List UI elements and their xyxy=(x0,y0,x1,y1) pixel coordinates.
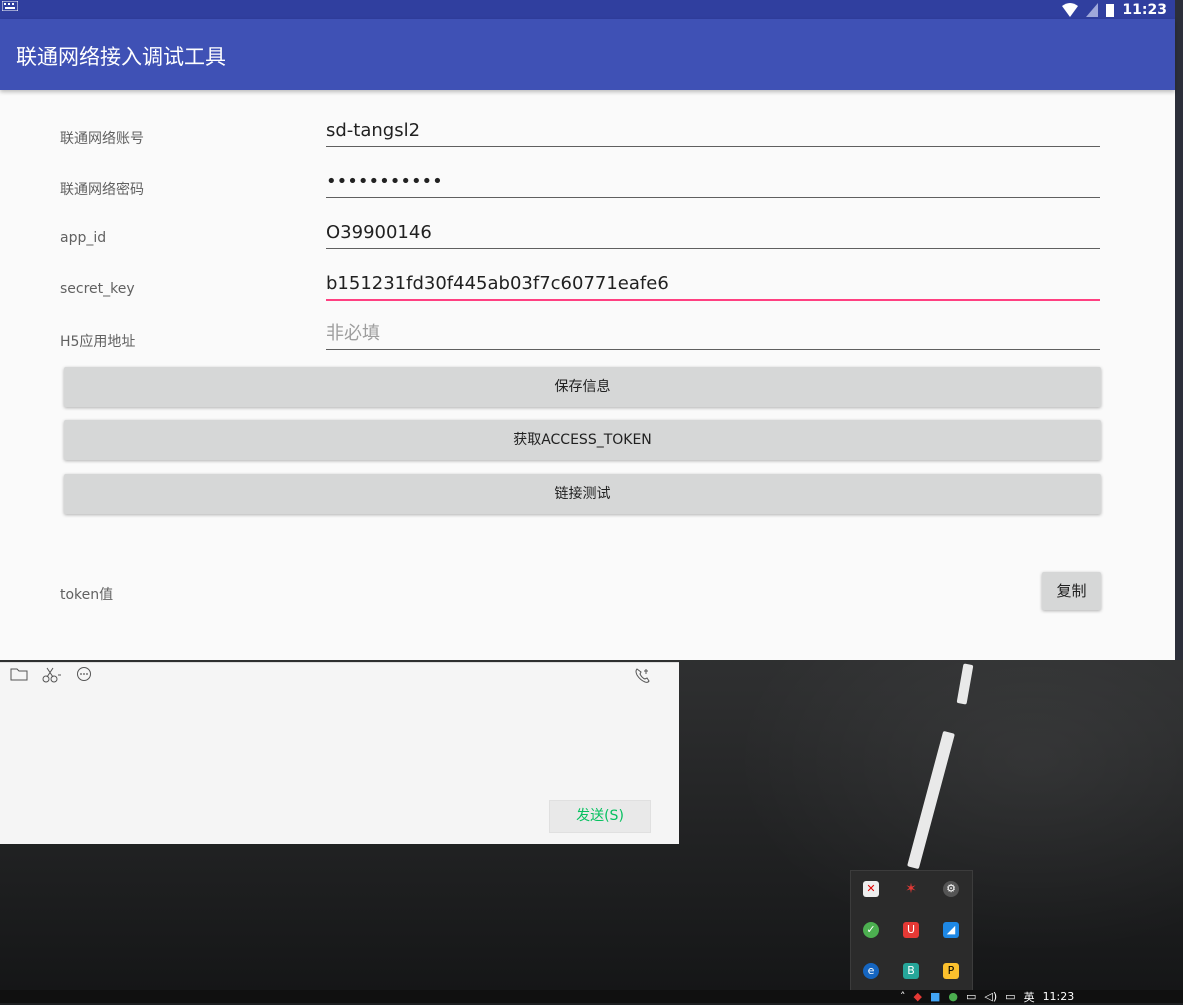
chat-input-panel: 发送(S) xyxy=(0,662,679,844)
green-shield-icon[interactable]: ✓ xyxy=(863,922,879,938)
blue-e-app-icon[interactable]: e xyxy=(863,963,879,979)
form-row-secret-key: secret_key b151231fd30f445ab03f7c60771ea… xyxy=(60,253,1100,303)
app-bar: 联通网络接入调试工具 xyxy=(0,19,1175,90)
security-shield-icon[interactable]: ✕ xyxy=(863,881,879,897)
form-content: 联通网络账号 sd-tangsl2 联通网络密码 ••••••••••• app… xyxy=(0,90,1175,660)
account-input[interactable]: sd-tangsl2 xyxy=(326,118,1100,147)
folder-icon[interactable] xyxy=(10,667,28,681)
h5-url-placeholder: 非必填 xyxy=(326,323,380,344)
android-status-bar: 11:23 xyxy=(0,0,1175,19)
tray-app-icon[interactable]: ◆ xyxy=(914,990,922,1003)
taskbar-clock[interactable]: 11:23 xyxy=(1043,990,1075,1003)
get-access-token-button[interactable]: 获取ACCESS_TOKEN xyxy=(64,420,1101,460)
yellow-p-app-icon[interactable]: P xyxy=(943,963,959,979)
red-shield-app-icon[interactable]: U xyxy=(903,922,919,938)
tray-overflow-popup: ✕ ✶ ⚙ ✓ U ◢ e B P xyxy=(850,870,973,992)
android-emulator-window: 11:23 联通网络接入调试工具 联通网络账号 sd-tangsl2 联通网络密… xyxy=(0,0,1183,660)
account-label: 联通网络账号 xyxy=(60,131,144,147)
h5-url-label: H5应用地址 xyxy=(60,334,136,350)
app-id-label: app_id xyxy=(60,230,107,246)
blue-app-icon[interactable]: ◢ xyxy=(943,922,959,938)
scissors-icon[interactable] xyxy=(42,667,62,683)
form-row-password: 联通网络密码 ••••••••••• xyxy=(60,151,1100,201)
token-label: token值 xyxy=(60,587,114,603)
password-label: 联通网络密码 xyxy=(60,182,144,198)
tray-app-icon[interactable]: ● xyxy=(948,990,958,1003)
wifi-icon xyxy=(1062,2,1079,17)
app-id-input[interactable]: O39900146 xyxy=(326,220,1100,249)
copy-button[interactable]: 复制 xyxy=(1042,572,1101,610)
tray-app-icon[interactable]: ■ xyxy=(930,990,940,1003)
network-icon[interactable]: ▭ xyxy=(966,990,976,1003)
chat-bubble-icon[interactable] xyxy=(76,667,92,683)
volume-icon[interactable]: ◁) xyxy=(984,990,997,1003)
red-virus-icon[interactable]: ✶ xyxy=(903,881,919,897)
form-row-h5-url: H5应用地址 非必填 xyxy=(60,303,1100,353)
form-row-app-id: app_id O39900146 xyxy=(60,202,1100,252)
signal-off-icon xyxy=(1086,2,1099,17)
keyboard-icon xyxy=(2,1,18,11)
status-time: 11:23 xyxy=(1122,1,1167,18)
app-title: 联通网络接入调试工具 xyxy=(16,45,226,69)
secret-key-input[interactable]: b151231fd30f445ab03f7c60771eafe6 xyxy=(326,271,1100,301)
teal-app-icon[interactable]: B xyxy=(903,963,919,979)
send-button[interactable]: 发送(S) xyxy=(549,800,651,833)
phone-call-icon[interactable] xyxy=(634,667,652,685)
windows-taskbar: ˄ ◆ ■ ● ▭ ◁) ▭ 英 11:23 xyxy=(0,989,1183,1005)
taskbar-tray: ˄ ◆ ■ ● ▭ ◁) ▭ 英 11:23 xyxy=(900,989,1075,1005)
ime-indicator[interactable]: 英 xyxy=(1024,989,1035,1005)
password-input[interactable]: ••••••••••• xyxy=(326,169,1100,198)
chat-toolbar xyxy=(10,667,92,683)
battery-icon xyxy=(1106,3,1115,17)
form-row-account: 联通网络账号 sd-tangsl2 xyxy=(60,100,1100,150)
notification-icon[interactable]: ▭ xyxy=(1005,990,1015,1003)
tray-expand-icon[interactable]: ˄ xyxy=(900,990,906,1003)
link-test-button[interactable]: 链接测试 xyxy=(64,474,1101,514)
secret-key-label: secret_key xyxy=(60,281,135,297)
gear-app-icon[interactable]: ⚙ xyxy=(943,881,959,897)
h5-url-input[interactable]: 非必填 xyxy=(326,321,1100,350)
save-info-button[interactable]: 保存信息 xyxy=(64,367,1101,407)
